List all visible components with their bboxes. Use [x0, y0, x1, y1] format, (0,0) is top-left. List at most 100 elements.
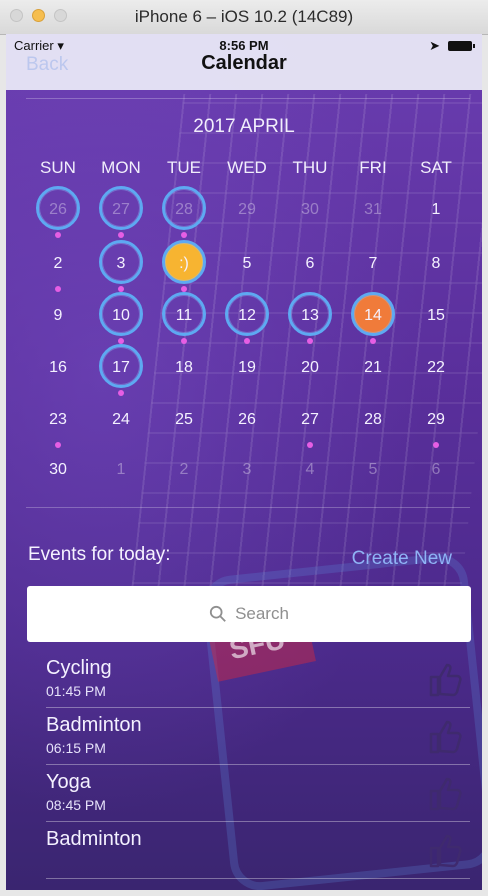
calendar-day[interactable]: 17: [91, 344, 151, 396]
thumbs-up-icon[interactable]: [428, 718, 462, 754]
day-number: 19: [238, 359, 256, 376]
event-dot: [307, 442, 313, 448]
calendar-day[interactable]: 5: [343, 452, 403, 488]
day-number: 30: [301, 201, 319, 218]
search-bar[interactable]: Search: [27, 586, 471, 642]
calendar-day[interactable]: 9: [28, 298, 88, 334]
thumbs-up-icon[interactable]: [428, 661, 462, 697]
calendar-day[interactable]: 23: [28, 402, 88, 448]
calendar-day[interactable]: 29: [217, 192, 277, 228]
calendar-day[interactable]: 27: [280, 402, 340, 448]
day-number: 26: [238, 411, 256, 428]
day-number: 1: [116, 461, 126, 478]
thumbs-up-icon[interactable]: [428, 775, 462, 811]
calendar-day[interactable]: 15: [406, 298, 466, 334]
calendar-day[interactable]: 7: [343, 246, 403, 282]
weekday-sat: SAT: [420, 158, 452, 177]
calendar-day[interactable]: 2: [154, 452, 214, 488]
event-dot: [55, 232, 61, 238]
day-number: 15: [427, 307, 445, 324]
event-row[interactable]: Badminton: [46, 822, 470, 879]
calendar-day[interactable]: 21: [343, 350, 403, 386]
day-number: 30: [49, 461, 67, 478]
calendar-day[interactable]: 18: [154, 350, 214, 386]
calendar-day[interactable]: 19: [217, 350, 277, 386]
calendar-day[interactable]: 16: [28, 350, 88, 386]
event-dot: [118, 232, 124, 238]
day-number: 5: [368, 461, 378, 478]
day-number: 6: [431, 461, 441, 478]
day-number: 5: [242, 255, 252, 272]
day-number: 2: [53, 255, 63, 272]
event-dot: [244, 338, 250, 344]
day-number: 13: [301, 307, 319, 324]
event-name: Badminton: [46, 714, 142, 736]
calendar-day[interactable]: 1: [406, 192, 466, 228]
event-name: Yoga: [46, 771, 91, 793]
calendar-day[interactable]: 2: [28, 246, 88, 292]
day-number: 17: [112, 359, 130, 376]
navigation-bar: Carrier ▾ 8:56 PM ➤ Back Calendar: [6, 34, 482, 90]
weekday-sun: SUN: [40, 158, 76, 177]
calendar-day[interactable]: 11: [154, 292, 214, 344]
calendar-day-today[interactable]: 14: [343, 292, 403, 344]
day-number: 26: [49, 201, 67, 218]
day-number: 11: [175, 307, 193, 324]
day-number: 27: [301, 411, 319, 428]
create-new-button[interactable]: Create New: [352, 548, 452, 570]
calendar-day[interactable]: 26: [28, 186, 88, 238]
event-row[interactable]: Cycling 01:45 PM: [46, 651, 470, 708]
day-number: 29: [427, 411, 445, 428]
day-number: 3: [242, 461, 252, 478]
event-time: 01:45 PM: [46, 683, 106, 699]
calendar-day[interactable]: 6: [280, 246, 340, 282]
day-number: 28: [364, 411, 382, 428]
calendar-day[interactable]: 6: [406, 452, 466, 488]
window-title: iPhone 6 – iOS 10.2 (14C89): [134, 7, 354, 26]
calendar-day[interactable]: 25: [154, 402, 214, 438]
calendar-day-smiley[interactable]: :): [154, 240, 214, 292]
calendar-day[interactable]: 10: [91, 292, 151, 344]
day-number: 9: [53, 307, 63, 324]
calendar-day[interactable]: 22: [406, 350, 466, 386]
weekday-thu: THU: [292, 158, 328, 177]
day-number: 6: [305, 255, 315, 272]
search-placeholder: Search: [235, 604, 289, 623]
event-row[interactable]: Yoga 08:45 PM: [46, 765, 470, 822]
event-row[interactable]: Badminton 06:15 PM: [46, 708, 470, 765]
calendar-day[interactable]: 8: [406, 246, 466, 282]
day-number: 3: [116, 255, 126, 272]
day-number: 25: [175, 411, 193, 428]
day-number: 4: [305, 461, 315, 478]
divider: [26, 98, 470, 99]
thumbs-up-icon[interactable]: [428, 832, 462, 868]
calendar-day[interactable]: 4: [280, 452, 340, 488]
calendar-day[interactable]: 24: [91, 402, 151, 438]
calendar-day[interactable]: 26: [217, 402, 277, 438]
calendar-day[interactable]: 3: [217, 452, 277, 488]
calendar-day[interactable]: 30: [280, 192, 340, 228]
event-name: Badminton: [46, 828, 142, 850]
calendar-day[interactable]: 1: [91, 452, 151, 488]
calendar-day[interactable]: 5: [217, 246, 277, 282]
calendar-day[interactable]: 29: [406, 402, 466, 448]
calendar-day[interactable]: 12: [217, 292, 277, 344]
month-label: 2017 APRIL: [193, 116, 295, 137]
event-dot: [181, 338, 187, 344]
calendar-day[interactable]: 31: [343, 192, 403, 228]
divider: [26, 507, 470, 508]
calendar-day[interactable]: 30: [28, 452, 88, 488]
event-dot: [55, 286, 61, 292]
calendar-day[interactable]: 13: [280, 292, 340, 344]
calendar-day[interactable]: 20: [280, 350, 340, 386]
day-number: 2: [179, 461, 189, 478]
calendar-day[interactable]: 28: [154, 186, 214, 238]
day-number: 12: [238, 307, 256, 324]
day-number: 31: [364, 201, 382, 218]
day-number: 16: [49, 359, 67, 376]
calendar-day[interactable]: 27: [91, 186, 151, 238]
calendar-day[interactable]: 28: [343, 402, 403, 438]
status-time: 8:56 PM: [219, 38, 269, 53]
calendar-day[interactable]: 3: [91, 240, 151, 292]
day-number: 28: [175, 201, 193, 218]
